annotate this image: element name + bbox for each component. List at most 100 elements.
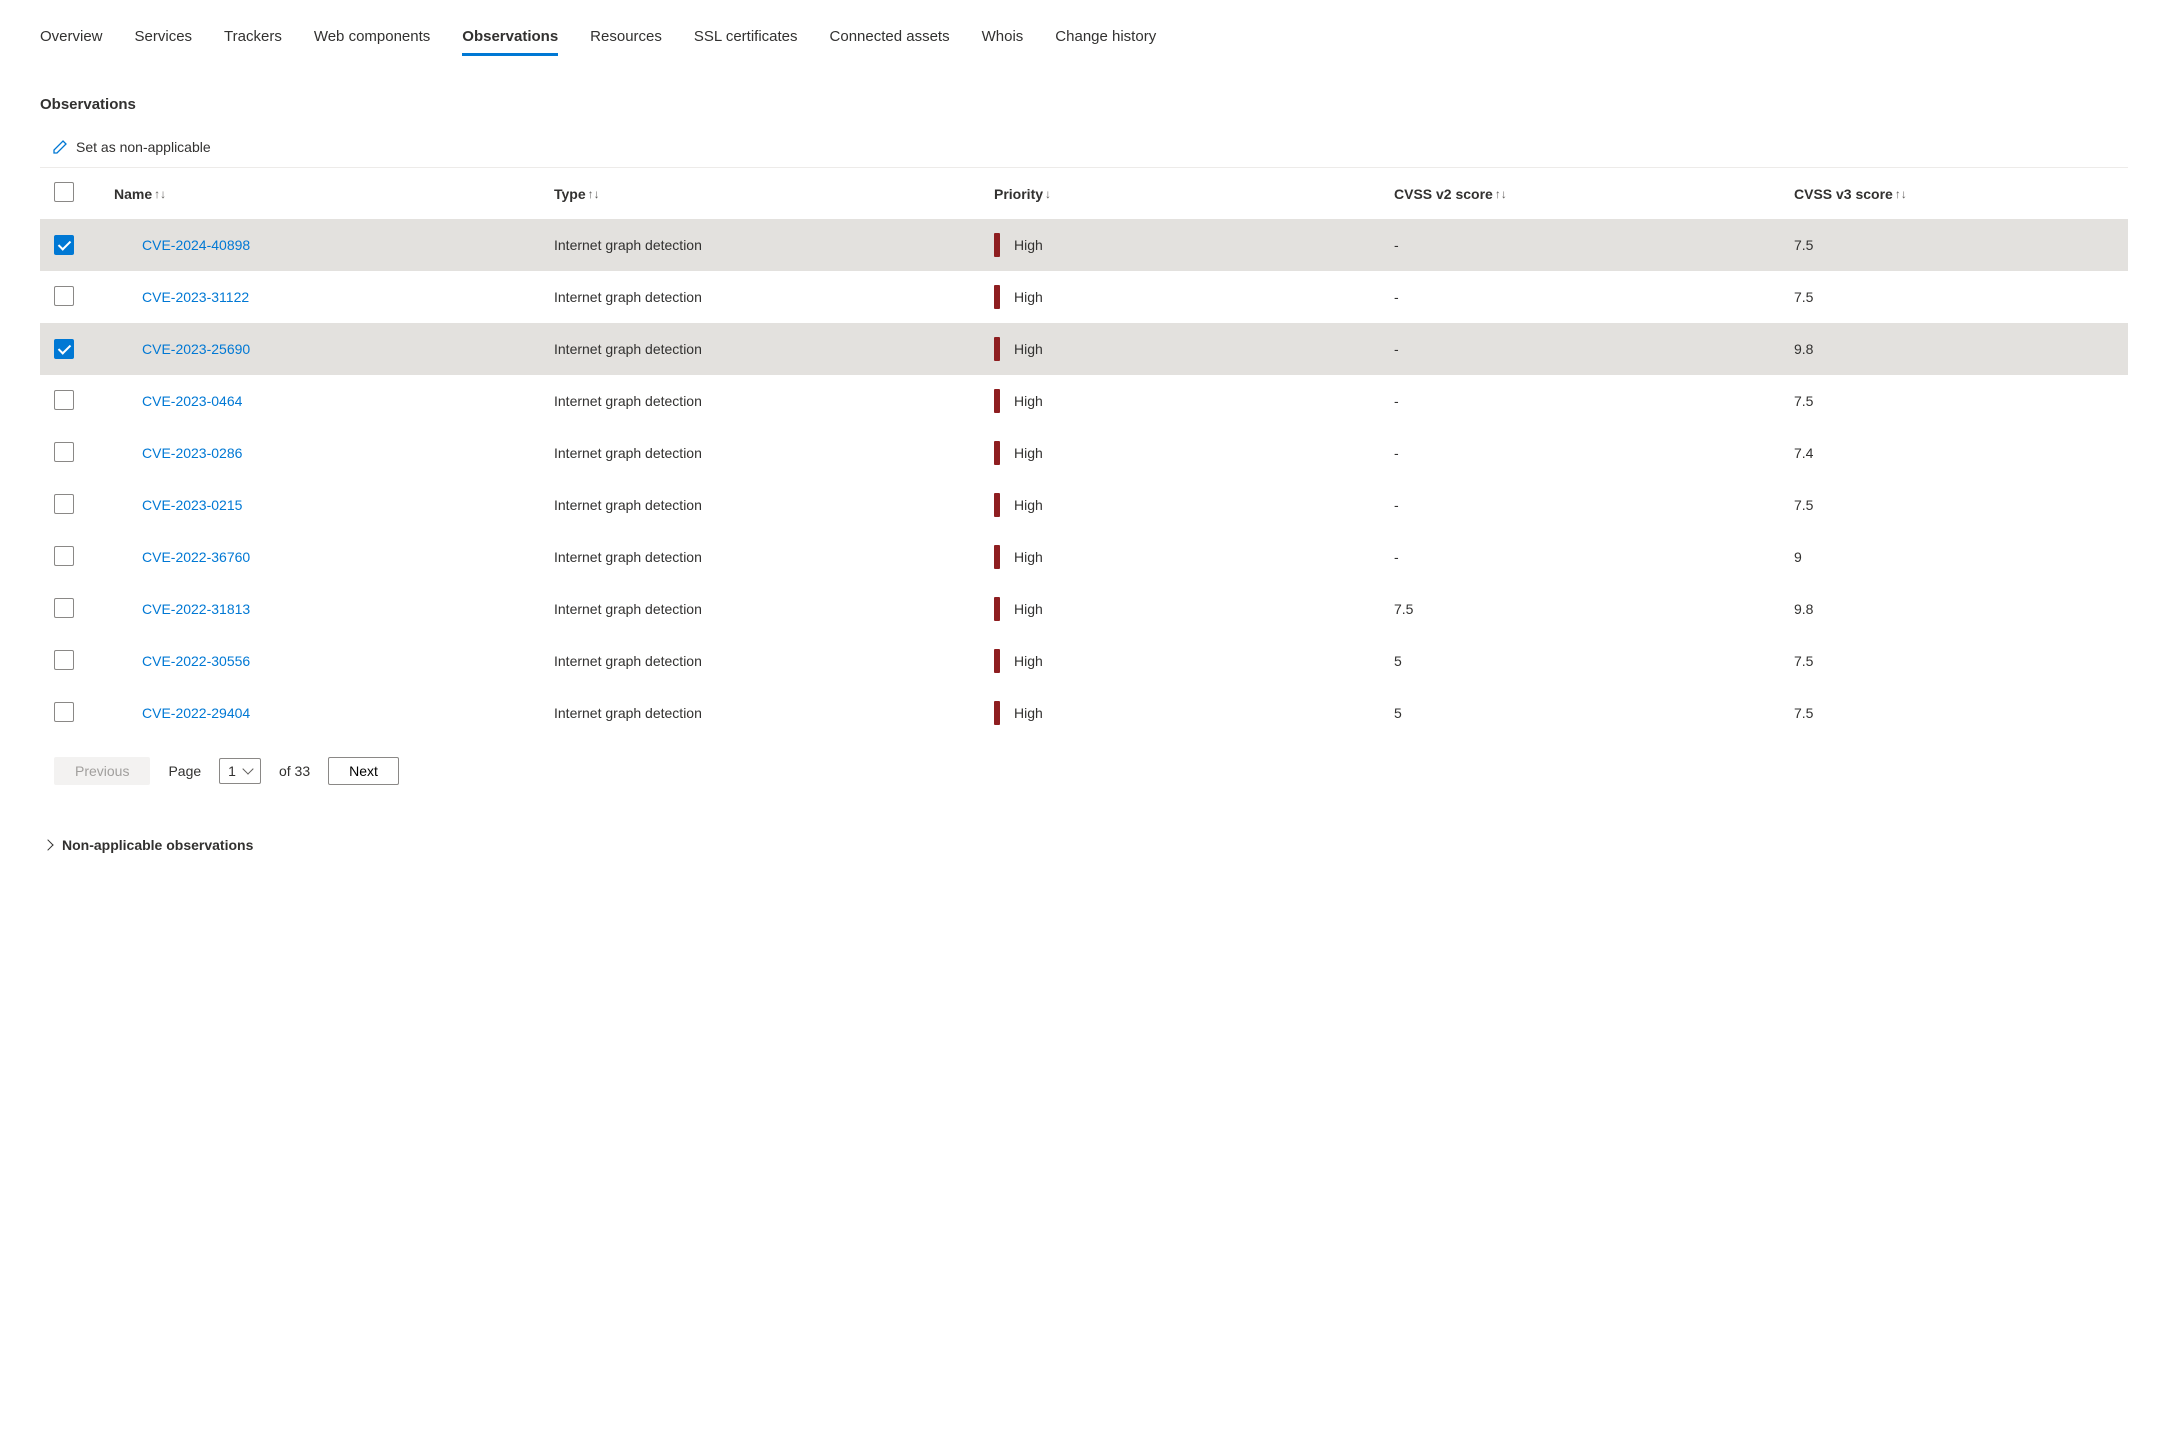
column-type[interactable]: Type ↑↓ <box>554 186 994 202</box>
checkbox-cell <box>54 702 114 725</box>
column-name[interactable]: Name ↑↓ <box>114 186 554 202</box>
priority-cell: High <box>994 597 1394 621</box>
cve-link[interactable]: CVE-2023-25690 <box>114 341 554 357</box>
cvss-v2-cell: - <box>1394 289 1794 305</box>
chevron-right-icon <box>42 839 53 850</box>
priority-label: High <box>1014 705 1043 721</box>
cvss-v2-cell: - <box>1394 237 1794 253</box>
next-button[interactable]: Next <box>328 757 399 785</box>
priority-indicator <box>994 701 1000 725</box>
priority-cell: High <box>994 701 1394 725</box>
sort-icon: ↑↓ <box>1495 187 1507 201</box>
checkbox-cell <box>54 339 114 359</box>
priority-cell: High <box>994 337 1394 361</box>
pagination: Previous Page 1 of 33 Next <box>40 739 2128 803</box>
row-checkbox[interactable] <box>54 702 74 722</box>
set-non-applicable-button[interactable]: Set as non-applicable <box>76 139 211 155</box>
non-applicable-label: Non-applicable observations <box>62 837 253 853</box>
column-name-label: Name <box>114 186 152 202</box>
row-checkbox[interactable] <box>54 546 74 566</box>
table-row: CVE-2022-31813Internet graph detection Hi… <box>40 583 2128 635</box>
priority-label: High <box>1014 289 1043 305</box>
checkbox-cell <box>54 598 114 621</box>
observations-table: Name ↑↓ Type ↑↓ Priority ↓ CVSS v2 score… <box>40 168 2128 739</box>
tab-whois[interactable]: Whois <box>982 20 1024 56</box>
table-row: CVE-2024-40898Internet graph detectionHi… <box>40 219 2128 271</box>
cve-link[interactable]: CVE-2023-0464 <box>114 393 554 409</box>
cve-link[interactable]: CVE-2023-0215 <box>114 497 554 513</box>
cvss-v3-cell: 7.5 <box>1794 497 2114 513</box>
table-row: CVE-2023-31122Internet graph detectionHi… <box>40 271 2128 323</box>
priority-cell: High <box>994 493 1394 517</box>
non-applicable-section-toggle[interactable]: Non-applicable observations <box>40 827 2128 863</box>
column-cvss-v2[interactable]: CVSS v2 score ↑↓ <box>1394 186 1794 202</box>
tab-ssl-certificates[interactable]: SSL certificates <box>694 20 798 56</box>
row-checkbox[interactable] <box>54 494 74 514</box>
priority-indicator <box>994 233 1000 257</box>
cve-link[interactable]: CVE-2022-30556 <box>114 653 554 669</box>
cvss-v3-cell: 7.5 <box>1794 653 2114 669</box>
cvss-v2-cell: - <box>1394 393 1794 409</box>
row-checkbox[interactable] <box>54 442 74 462</box>
tab-observations[interactable]: Observations <box>462 20 558 56</box>
cvss-v3-cell: 7.5 <box>1794 237 2114 253</box>
type-cell: Internet graph detection <box>554 497 994 513</box>
page-of-total: of 33 <box>279 763 310 779</box>
priority-indicator <box>994 285 1000 309</box>
cve-link[interactable]: CVE-2022-29404 <box>114 705 554 721</box>
checkbox-cell <box>54 442 114 465</box>
page-select[interactable]: 1 <box>219 758 261 784</box>
cve-link[interactable]: CVE-2022-31813 <box>114 601 554 617</box>
chevron-down-icon <box>242 763 253 774</box>
tab-overview[interactable]: Overview <box>40 20 103 56</box>
priority-cell: High <box>994 441 1394 465</box>
priority-label: High <box>1014 497 1043 513</box>
cve-link[interactable]: CVE-2022-36760 <box>114 549 554 565</box>
column-type-label: Type <box>554 186 586 202</box>
table-header: Name ↑↓ Type ↑↓ Priority ↓ CVSS v2 score… <box>40 168 2128 219</box>
cvss-v2-cell: - <box>1394 445 1794 461</box>
edit-icon <box>52 139 68 155</box>
table-row: CVE-2022-29404Internet graph detectionHi… <box>40 687 2128 739</box>
row-checkbox[interactable] <box>54 339 74 359</box>
type-cell: Internet graph detection <box>554 601 994 617</box>
table-row: CVE-2023-0215Internet graph detection Hig… <box>40 479 2128 531</box>
row-checkbox[interactable] <box>54 286 74 306</box>
priority-label: High <box>1014 341 1043 357</box>
tab-trackers[interactable]: Trackers <box>224 20 282 56</box>
sort-icon: ↑↓ <box>1895 187 1907 201</box>
cve-link[interactable]: CVE-2023-0286 <box>114 445 554 461</box>
cvss-v2-cell: - <box>1394 549 1794 565</box>
tab-change-history[interactable]: Change history <box>1055 20 1156 56</box>
previous-button[interactable]: Previous <box>54 757 150 785</box>
tab-services[interactable]: Services <box>135 20 193 56</box>
column-priority[interactable]: Priority ↓ <box>994 186 1394 202</box>
cve-link[interactable]: CVE-2023-31122 <box>114 289 554 305</box>
row-checkbox[interactable] <box>54 650 74 670</box>
checkbox-cell <box>54 286 114 309</box>
cvss-v3-cell: 7.5 <box>1794 705 2114 721</box>
cvss-v2-cell: 5 <box>1394 705 1794 721</box>
row-checkbox[interactable] <box>54 235 74 255</box>
checkbox-cell <box>54 235 114 255</box>
priority-label: High <box>1014 445 1043 461</box>
cve-link[interactable]: CVE-2024-40898 <box>114 237 554 253</box>
select-all-checkbox[interactable] <box>54 182 74 202</box>
priority-indicator <box>994 441 1000 465</box>
priority-label: High <box>1014 237 1043 253</box>
cvss-v3-cell: 7.4 <box>1794 445 2114 461</box>
cvss-v2-cell: 5 <box>1394 653 1794 669</box>
column-cvss-v3[interactable]: CVSS v3 score ↑↓ <box>1794 186 2114 202</box>
priority-cell: High <box>994 285 1394 309</box>
row-checkbox[interactable] <box>54 598 74 618</box>
priority-indicator <box>994 649 1000 673</box>
cvss-v2-cell: - <box>1394 341 1794 357</box>
tab-connected-assets[interactable]: Connected assets <box>830 20 950 56</box>
tab-resources[interactable]: Resources <box>590 20 662 56</box>
priority-label: High <box>1014 601 1043 617</box>
column-cvss2-label: CVSS v2 score <box>1394 186 1493 202</box>
table-row: CVE-2023-25690Internet graph detectionHi… <box>40 323 2128 375</box>
priority-label: High <box>1014 549 1043 565</box>
row-checkbox[interactable] <box>54 390 74 410</box>
tab-web-components[interactable]: Web components <box>314 20 430 56</box>
